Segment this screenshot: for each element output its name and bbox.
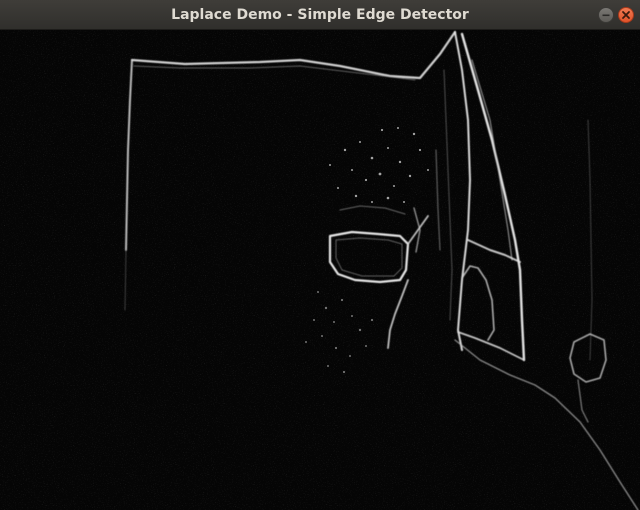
close-icon [622, 11, 630, 19]
minimize-button[interactable] [598, 7, 614, 23]
edge-detection-output [0, 30, 640, 510]
minimize-icon [602, 14, 610, 17]
edge-image [0, 30, 640, 510]
edge-noise [0, 30, 640, 510]
app-window: Laplace Demo - Simple Edge Detector [0, 0, 640, 510]
title-bar[interactable]: Laplace Demo - Simple Edge Detector [0, 0, 640, 30]
window-title: Laplace Demo - Simple Edge Detector [171, 7, 469, 23]
close-button[interactable] [618, 7, 634, 23]
